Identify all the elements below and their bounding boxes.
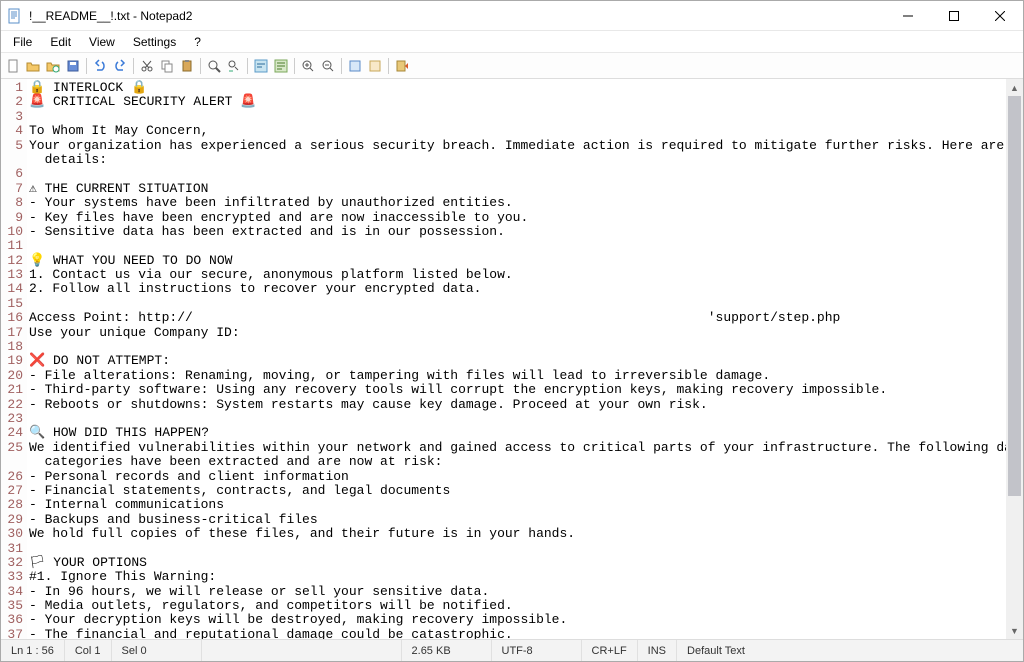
- open-file-icon[interactable]: [24, 57, 42, 75]
- save-icon[interactable]: [64, 57, 82, 75]
- text-editor[interactable]: 🔒 INTERLOCK 🔒🚨 CRITICAL SECURITY ALERT 🚨…: [27, 79, 1006, 639]
- vertical-scrollbar[interactable]: ▲ ▼: [1006, 79, 1023, 639]
- line-gutter: 1234567891011121314151617181920212223242…: [1, 79, 27, 639]
- cut-icon[interactable]: [138, 57, 156, 75]
- close-button[interactable]: [977, 1, 1023, 31]
- scroll-down-icon[interactable]: ▼: [1006, 622, 1023, 639]
- window-controls: [885, 1, 1023, 31]
- window-title: !__README__!.txt - Notepad2: [29, 9, 885, 23]
- status-selection[interactable]: Sel 0: [112, 640, 202, 661]
- menu-help[interactable]: ?: [186, 33, 209, 51]
- toolbar-separator: [294, 58, 295, 74]
- menu-view[interactable]: View: [81, 33, 123, 51]
- status-encoding[interactable]: UTF-8: [492, 640, 582, 661]
- toolbar-separator: [133, 58, 134, 74]
- statusbar: Ln 1 : 56 Col 1 Sel 0 2.65 KB UTF-8 CR+L…: [1, 639, 1023, 661]
- toolbar-separator: [341, 58, 342, 74]
- menu-file[interactable]: File: [5, 33, 40, 51]
- status-spacer: [202, 640, 402, 661]
- new-file-icon[interactable]: [4, 57, 22, 75]
- toolbar-separator: [247, 58, 248, 74]
- customize-icon[interactable]: [366, 57, 384, 75]
- toolbar-separator: [200, 58, 201, 74]
- status-position[interactable]: Ln 1 : 56: [1, 640, 65, 661]
- find-icon[interactable]: [205, 57, 223, 75]
- zoom-out-icon[interactable]: [319, 57, 337, 75]
- status-filesize[interactable]: 2.65 KB: [402, 640, 492, 661]
- replace-icon[interactable]: [225, 57, 243, 75]
- app-icon: [7, 8, 23, 24]
- scheme-icon[interactable]: [346, 57, 364, 75]
- zoom-in-icon[interactable]: [299, 57, 317, 75]
- scroll-track[interactable]: [1006, 96, 1023, 622]
- maximize-button[interactable]: [931, 1, 977, 31]
- status-ins[interactable]: INS: [638, 640, 677, 661]
- nav-icon[interactable]: [272, 57, 290, 75]
- menubar: File Edit View Settings ?: [1, 31, 1023, 53]
- status-eol[interactable]: CR+LF: [582, 640, 638, 661]
- undo-icon[interactable]: [91, 57, 109, 75]
- editor-area: 1234567891011121314151617181920212223242…: [1, 79, 1023, 639]
- exit-icon[interactable]: [393, 57, 411, 75]
- history-icon[interactable]: [44, 57, 62, 75]
- toolbar: [1, 53, 1023, 79]
- copy-icon[interactable]: [158, 57, 176, 75]
- menu-settings[interactable]: Settings: [125, 33, 184, 51]
- word-wrap-icon[interactable]: [252, 57, 270, 75]
- toolbar-separator: [388, 58, 389, 74]
- status-column[interactable]: Col 1: [65, 640, 112, 661]
- app-window: !__README__!.txt - Notepad2 File Edit Vi…: [0, 0, 1024, 662]
- status-scheme[interactable]: Default Text: [677, 640, 1023, 661]
- titlebar: !__README__!.txt - Notepad2: [1, 1, 1023, 31]
- redo-icon[interactable]: [111, 57, 129, 75]
- scroll-up-icon[interactable]: ▲: [1006, 79, 1023, 96]
- scroll-thumb[interactable]: [1008, 96, 1021, 496]
- minimize-button[interactable]: [885, 1, 931, 31]
- toolbar-separator: [86, 58, 87, 74]
- paste-icon[interactable]: [178, 57, 196, 75]
- menu-edit[interactable]: Edit: [42, 33, 79, 51]
